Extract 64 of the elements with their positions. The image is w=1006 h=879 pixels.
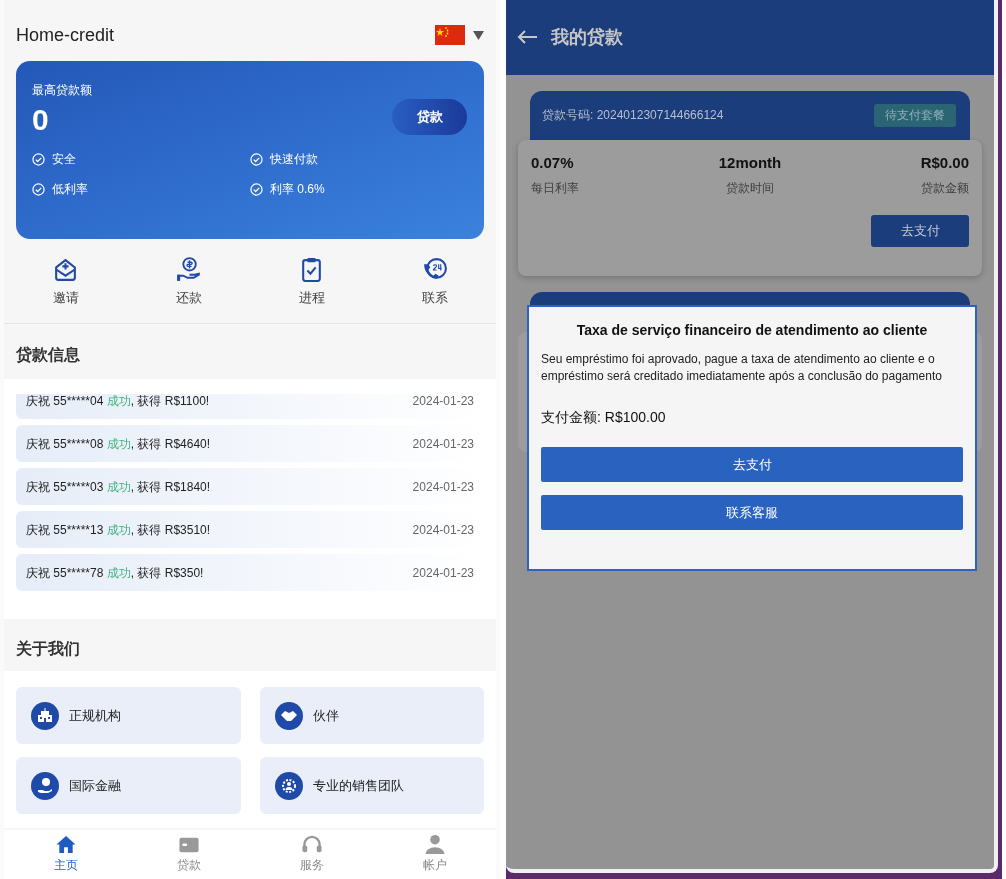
- shortcut-button[interactable]: 邀请: [4, 256, 127, 307]
- feature-label: 快速付款: [270, 151, 318, 168]
- dialog-message: Seu empréstimo foi aprovado, pague a taxa de atendimento ao cliente e o empréstimo será creditado imediatamente após a conclusão do pagamento: [541, 351, 943, 384]
- record-text: 庆祝 55*****08 成功, 获得 R$4640!: [26, 435, 211, 453]
- nav-tab[interactable]: 主页: [4, 834, 127, 879]
- status-badge: 待支付套餐: [874, 103, 956, 127]
- envelope-plus-icon: [52, 256, 79, 283]
- about-card[interactable]: 伙伴: [259, 687, 484, 744]
- record-text: 庆祝 55*****13 成功, 获得 R$3510!: [26, 521, 211, 539]
- section-title: 关于我们: [15, 639, 81, 659]
- stat-label: 贷款时间: [726, 180, 774, 196]
- loan-button[interactable]: 贷款: [392, 99, 467, 135]
- max-amount: 0: [32, 102, 49, 138]
- flag-icon: [435, 25, 465, 45]
- section-title: 贷款信息: [15, 345, 81, 366]
- record-date: 2024-01-23: [412, 435, 474, 453]
- shortcut-button[interactable]: 还款: [127, 256, 250, 307]
- about-label: 正规机构: [69, 706, 121, 725]
- record-text: 庆祝 55*****03 成功, 获得 R$1840!: [26, 478, 211, 496]
- feature-label: 低利率: [52, 181, 88, 198]
- dialog-title: Taxa de serviço financeiro de atendimento ao cliente: [575, 321, 929, 339]
- feature-label: 安全: [52, 151, 76, 168]
- stat-value: R$0.00: [920, 154, 969, 172]
- check-circle-icon: [32, 152, 45, 166]
- stat-label: 贷款金额: [921, 180, 969, 196]
- about-label: 专业的销售团队: [312, 776, 404, 795]
- check-circle-icon: [250, 182, 263, 196]
- dropdown-caret-icon[interactable]: [473, 30, 484, 40]
- nav-tab[interactable]: 服务: [250, 834, 373, 879]
- record-date: 2024-01-23: [412, 394, 474, 410]
- stat-value: 0.07%: [531, 154, 574, 172]
- home-icon: [54, 834, 77, 855]
- shortcut-button[interactable]: 进程: [250, 256, 373, 307]
- nav-tab[interactable]: 贷款: [127, 834, 250, 879]
- building-icon: [31, 701, 59, 730]
- record-date: 2024-01-23: [412, 521, 474, 539]
- about-card[interactable]: 专业的销售团队: [259, 757, 484, 814]
- record-text: 庆祝 55*****78 成功, 获得 R$350!: [26, 564, 204, 582]
- about-card[interactable]: 正规机构: [16, 687, 241, 744]
- dialog-button[interactable]: 联系客服: [541, 495, 963, 530]
- pay-button[interactable]: 去支付: [871, 215, 969, 247]
- record-text: 庆祝 55*****04 成功, 获得 R$1100!: [26, 394, 210, 410]
- check-circle-icon: [250, 152, 263, 166]
- loan-number: 贷款号码: 2024012307144666124: [542, 107, 724, 124]
- back-arrow-icon[interactable]: [517, 30, 538, 44]
- payment-amount: 支付金额: R$100.00: [541, 408, 667, 426]
- shortcut-button[interactable]: 联系: [373, 256, 496, 307]
- headset-icon: [300, 834, 323, 855]
- feature-label: 利率 0.6%: [270, 181, 325, 198]
- app-title: Home-credit: [16, 23, 115, 47]
- user-icon: [423, 834, 446, 855]
- about-label: 伙伴: [312, 706, 339, 725]
- stat-value: 12month: [718, 154, 782, 172]
- record-date: 2024-01-23: [412, 478, 474, 496]
- card-label: 最高贷款额: [32, 82, 93, 98]
- check-circle-icon: [32, 182, 45, 196]
- record-date: 2024-01-23: [412, 564, 474, 582]
- stat-label: 每日利率: [531, 180, 579, 196]
- about-label: 国际金融: [69, 776, 121, 795]
- about-card[interactable]: 国际金融: [16, 757, 241, 814]
- nav-tab[interactable]: 帐户: [373, 834, 496, 879]
- dialog-button[interactable]: 去支付: [541, 447, 963, 482]
- page-title: 我的贷款: [551, 25, 623, 49]
- gear-people-icon: [274, 771, 303, 800]
